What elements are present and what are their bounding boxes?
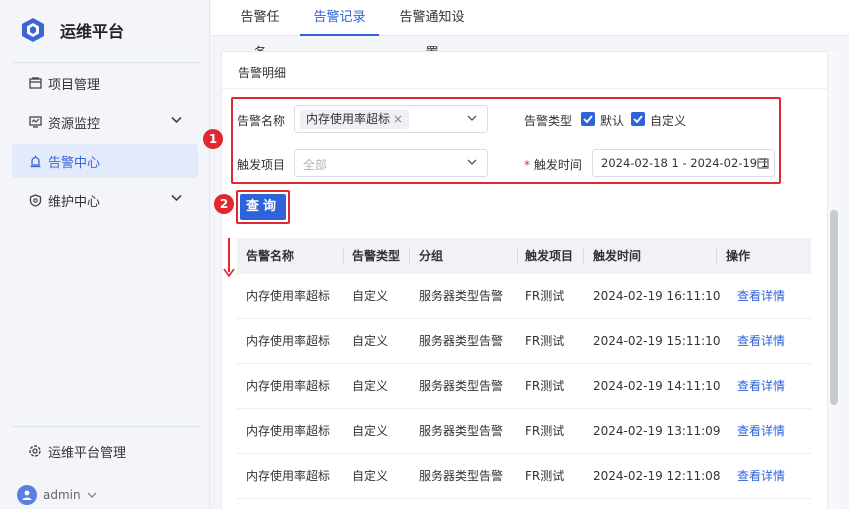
gear-icon [28,444,42,458]
column-divider [409,248,410,264]
cell-trigger-time: 2024-02-19 12:11:08 [593,469,721,483]
view-details-link[interactable]: 查看详情 [737,409,785,454]
table-row: 内存使用率超标 自定义 服务器类型告警 FR测试 2024-02-19 12:1… [237,454,811,499]
table-row: 内存使用率超标 自定义 服务器类型告警 FR测试 2024-02-19 13:1… [237,409,811,454]
column-header: 操作 [726,249,751,263]
tab-alarm-records[interactable]: 告警记录 [300,0,379,36]
query-button[interactable]: 查询 [240,194,286,220]
cell-alarm-type: 自定义 [352,424,389,438]
cube-logo-icon [22,18,44,42]
sidebar-item-label: 运维平台管理 [48,445,127,461]
username: admin [43,488,81,502]
sidebar-item-label: 告警中心 [48,155,101,171]
monitor-icon [28,115,42,129]
table-row: 内存使用率超标 自定义 服务器类型告警 FR测试 2024-02-19 16:1… [237,274,811,319]
column-divider [517,248,518,264]
cell-alarm-name: 内存使用率超标 [246,289,331,303]
cell-alarm-name: 内存使用率超标 [246,424,331,438]
cell-alarm-name: 内存使用率超标 [246,379,331,393]
view-details-link[interactable]: 查看详情 [737,319,785,364]
cell-trigger-time: 2024-02-19 13:11:09 [593,424,721,438]
cell-alarm-type: 自定义 [352,334,389,348]
column-header: 分组 [419,249,444,263]
cell-alarm-name: 内存使用率超标 [246,469,331,483]
chevron-down-icon [87,492,97,498]
column-header: 告警名称 [246,249,295,263]
cell-trigger-time: 2024-02-19 15:11:10 [593,334,721,348]
folder-icon [28,76,42,90]
column-header: 触发项目 [525,249,574,263]
chevron-down-icon [171,116,182,124]
scrollbar-thumb[interactable] [830,210,838,405]
sidebar-item-label: 项目管理 [48,77,101,93]
avatar [17,485,37,505]
column-divider [716,248,717,264]
divider [12,426,202,427]
sidebar-item-label: 维护中心 [48,194,101,210]
cell-trigger-item: FR测试 [525,469,565,483]
chevron-down-icon [171,194,182,202]
app-title: 运维平台 [60,22,125,41]
cell-alarm-type: 自定义 [352,289,389,303]
divider [12,62,202,63]
annotation-filter-box [231,97,781,184]
annotation-badge-1: 1 [203,129,223,149]
cell-group: 服务器类型告警 [419,379,504,393]
cell-trigger-time: 2024-02-19 14:11:10 [593,379,721,393]
column-divider [343,248,344,264]
table-header: 告警名称 告警类型 分组 触发项目 触发时间 操作 [237,238,811,274]
cell-group: 服务器类型告警 [419,289,504,303]
view-details-link[interactable]: 查看详情 [737,364,785,409]
column-divider [583,248,584,264]
table-row: 内存使用率超标 自定义 服务器类型告警 FR测试 2024-02-19 14:1… [237,364,811,409]
cell-trigger-time: 2024-02-19 16:11:10 [593,289,721,303]
arrow-down-icon [223,268,235,278]
brand: 运维平台 [20,16,124,44]
view-details-link[interactable]: 查看详情 [737,274,785,319]
alarm-icon [28,154,42,168]
column-header: 告警类型 [352,249,401,263]
cell-group: 服务器类型告警 [419,469,504,483]
sidebar-item-label: 资源监控 [48,116,101,132]
cell-alarm-type: 自定义 [352,379,389,393]
cell-trigger-item: FR测试 [525,334,565,348]
cell-group: 服务器类型告警 [419,424,504,438]
annotation-arrow [228,238,230,272]
annotation-badge-2: 2 [214,194,234,214]
user-menu[interactable]: admin [17,485,97,505]
sidebar-item-platform-settings[interactable]: 运维平台管理 [12,434,198,468]
tab-alarm-notification-settings[interactable]: 告警通知设置 [395,0,469,61]
shield-icon [28,193,42,207]
card-title: 告警明细 [238,66,287,80]
sidebar-item-maintenance[interactable]: 维护中心 [12,183,198,217]
column-header: 触发时间 [593,249,642,263]
divider [222,88,829,89]
table-row: 内存使用率超标 自定义 服务器类型告警 FR测试 2024-02-19 15:1… [237,319,811,364]
sidebar: 运维平台 项目管理 资源监控 告警中心 维护中心 运维平台管理 admin [0,0,210,509]
sidebar-item-alarm[interactable]: 告警中心 [12,144,198,178]
tab-alarm-tasks[interactable]: 告警任务 [235,0,285,61]
cell-alarm-name: 内存使用率超标 [246,334,331,348]
sidebar-item-project[interactable]: 项目管理 [12,66,198,100]
tab-bar: 告警任务 告警记录 告警通知设置 [211,0,849,61]
cell-alarm-type: 自定义 [352,469,389,483]
cell-trigger-item: FR测试 [525,424,565,438]
cell-trigger-item: FR测试 [525,289,565,303]
cell-trigger-item: FR测试 [525,379,565,393]
cell-group: 服务器类型告警 [419,334,504,348]
view-details-link[interactable]: 查看详情 [737,454,785,499]
sidebar-item-monitor[interactable]: 资源监控 [12,105,198,139]
